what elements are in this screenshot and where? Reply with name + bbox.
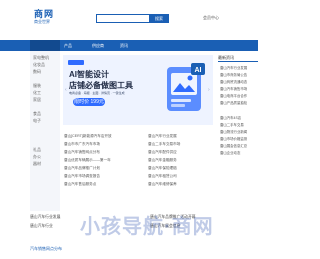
logo-subtitle: 商业世界 [34,19,50,24]
news-item[interactable]: 唐山汽车市场调查报告 [64,174,100,179]
logo-title: 商网 [34,9,55,19]
category-item[interactable]: 家电整机 [33,55,49,61]
category-item[interactable]: 化妆品 [33,62,45,68]
search-button[interactable]: 搜索 [149,14,169,23]
news-item[interactable]: 唐山汽车品牌推广计划 [64,166,100,171]
right-panel-item[interactable]: 唐山展会信息汇总 [220,143,247,148]
nav-category-toggle[interactable] [30,40,60,51]
news-item[interactable]: 唐山汽车保险理赔 [148,166,177,171]
news-item[interactable]: 唐山汽车行业发展 [148,134,177,139]
banner-subtitle: 店铺必备做图工具 [69,81,133,90]
right-panel-item[interactable]: 唐山汽车销售市场 [220,86,247,91]
nav-item-news[interactable]: 资讯 [120,43,128,49]
category-item[interactable]: 化工 [33,90,41,96]
right-panel-item[interactable]: 唐山市商务局公告 [220,72,247,77]
category-sidebar: 家电整机 化妆品 数码 服装 化工 家居 食品 电子 礼品 办公 器材 [30,51,60,211]
right-panel: 最新资讯 唐山汽车行业发展 唐山市商务局公告 唐山商贸流通动态 唐山汽车销售市场… [218,55,258,210]
category-item[interactable]: 服装 [33,83,41,89]
main-nav: 产品 供应商 资讯 [0,40,258,51]
bottom-link[interactable]: 唐山汽车行业发展 [30,215,60,220]
right-panel-item[interactable]: 唐山二手车交易 [220,122,244,127]
promo-banner[interactable]: AI智能设计 店铺必备做图工具 电商必备 · 海报 · 主图 · 详情页 · 一… [63,55,213,125]
news-item[interactable]: 唐山二手车交易市场 [148,142,180,147]
right-panel-item[interactable]: 唐山汽车4S店 [220,115,241,120]
right-panel-item[interactable]: 唐山商贸流通动态 [220,79,247,84]
nav-item-suppliers[interactable]: 供应商 [92,43,104,49]
right-panel-item[interactable]: 唐山市场价格监测 [220,136,247,141]
category-item[interactable]: 礼品 [33,147,41,153]
news-item[interactable]: 唐山汽车销售网点分布 [64,150,100,155]
nav-item-products[interactable]: 产品 [64,43,72,49]
news-item[interactable]: 唐山市市广东汽车市场 [64,142,100,147]
category-item[interactable]: 电子 [33,118,41,124]
right-panel-item[interactable]: 唐山汽车行业发展 [220,65,247,70]
banner-badge [68,60,84,65]
category-item[interactable]: 数码 [33,69,41,75]
right-panel-item[interactable]: 唐山物流行业新闻 [220,129,247,134]
news-item[interactable]: 唐山汽车售后服务点 [64,182,96,187]
right-panel-item[interactable]: 唐山产品质量抽检 [220,100,247,105]
banner-price-button[interactable]: 限时价 199元 [73,98,105,106]
ai-image-illustration-icon: AI [167,63,205,111]
bottom-link[interactable]: 唐山汽车行业 [30,224,53,229]
category-item[interactable]: 家居 [33,97,41,103]
news-item[interactable]: 唐山汽车租赁公司 [148,174,177,179]
category-item[interactable]: 办公 [33,154,41,160]
news-item[interactable]: 唐山汽车金融服务 [148,158,177,163]
header: 商网 商业世界 搜索 会员中心 [0,0,258,36]
news-item[interactable]: 唐山汽车配件供应 [148,150,177,155]
category-item[interactable]: 食品 [33,111,41,117]
banner-prev-arrow-icon[interactable]: ‹ [65,87,67,93]
banner-art-label: AI [195,67,202,74]
banner-title: AI智能设计 [69,70,109,79]
right-panel-title: 最新资讯 [218,55,258,62]
right-panel-item[interactable]: 唐山电商平台合作 [220,93,247,98]
news-item[interactable]: 唐山汽车维修保养 [148,182,177,187]
banner-next-arrow-icon[interactable]: › [208,87,210,93]
member-center-link[interactable]: 会员中心 [203,15,219,21]
search-box: 搜索 [96,14,169,23]
bottom-footer-link[interactable]: 汽车销售网点分布 [30,246,62,252]
site-logo[interactable]: 商网 商业世界 [34,10,54,25]
watermark-text: 小孩导航·商网 [80,216,214,238]
banner-tags: 电商必备 · 海报 · 主图 · 详情页 · 一键生成 [69,91,125,95]
search-input[interactable] [97,15,151,22]
category-item[interactable]: 器材 [33,161,41,167]
news-item[interactable]: 唐山优质车辆展示——第一年 [64,158,111,163]
news-item[interactable]: 唐山[CERT]新能源汽车店开放 [64,134,112,139]
right-panel-item[interactable]: 唐山企业动态 [220,150,240,155]
